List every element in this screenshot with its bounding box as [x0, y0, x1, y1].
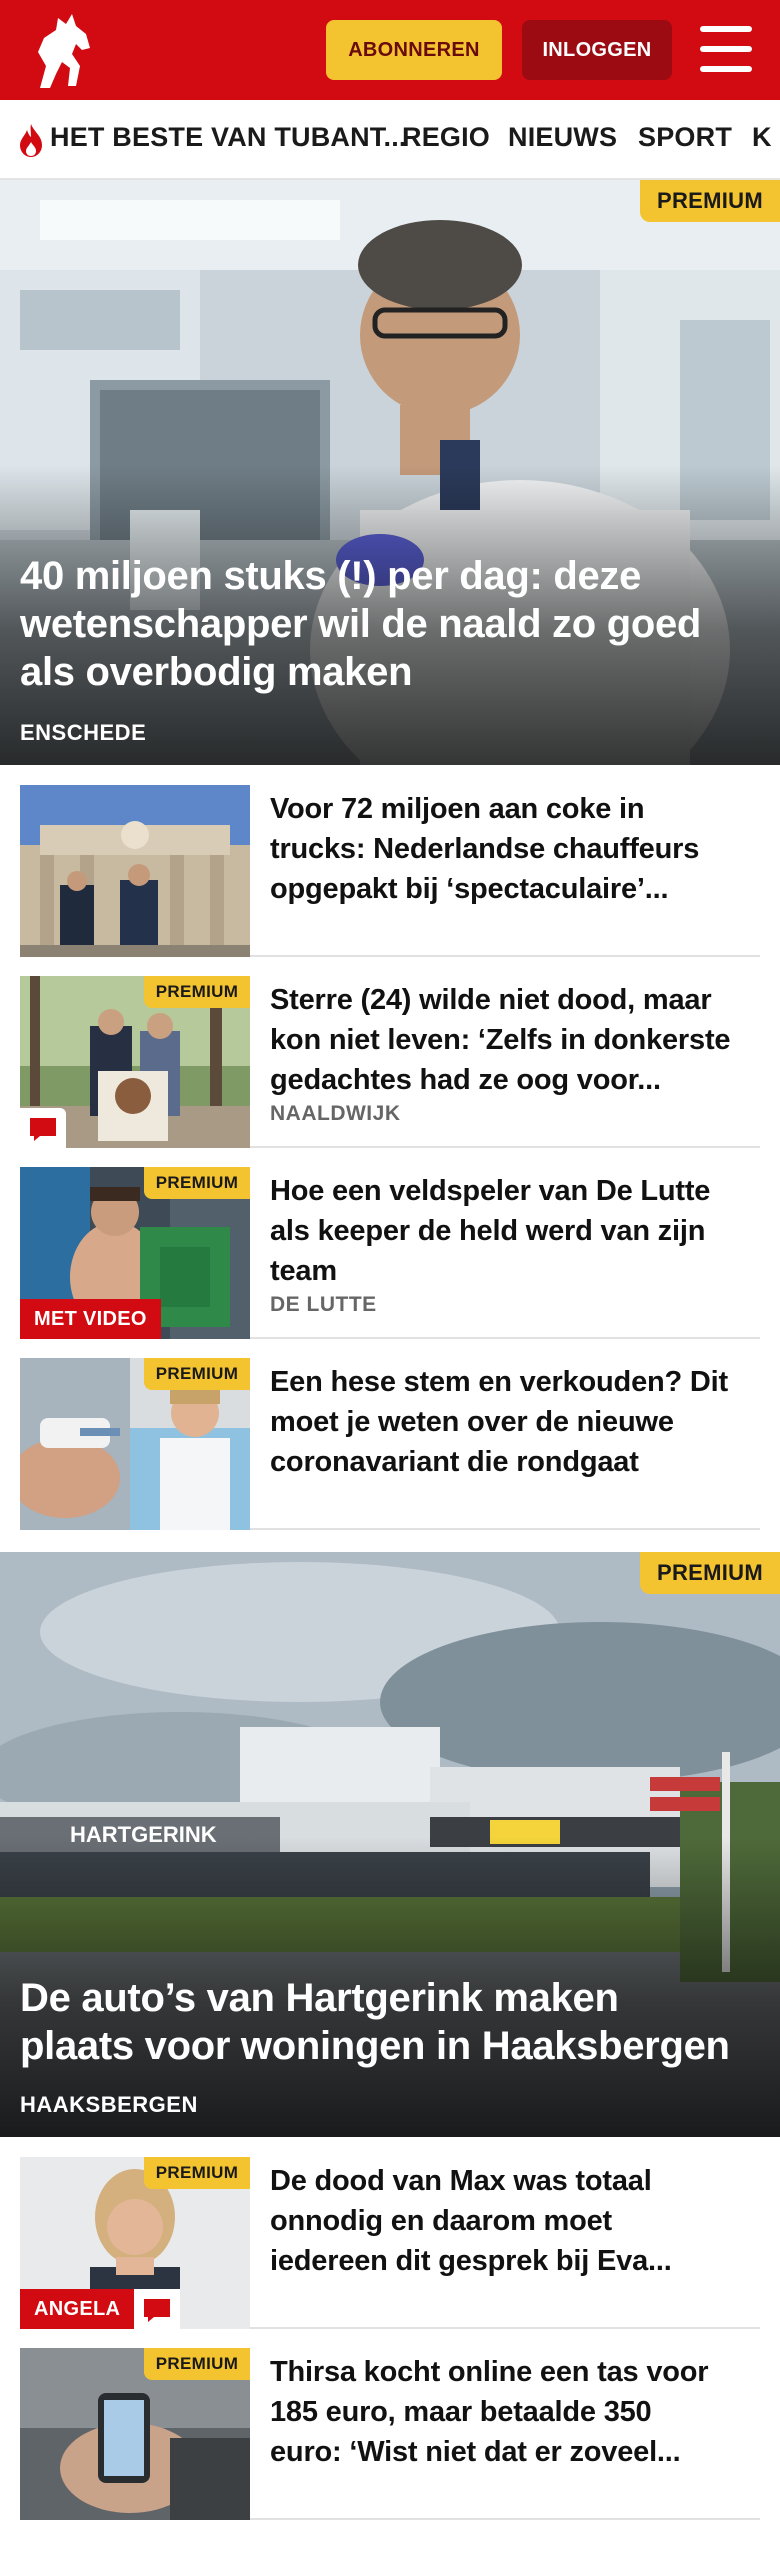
columnist-label: ANGELA	[20, 2289, 135, 2329]
nav-item-cut-off[interactable]: K	[752, 122, 772, 153]
premium-badge: PREMIUM	[144, 976, 250, 1008]
article-title-line: Een hese stem en verkouden? Dit	[270, 1366, 728, 1398]
premium-badge: PREMIUM	[144, 1167, 250, 1199]
article-title-line: kon niet leven: ‘Zelfs in donkerste	[270, 1024, 731, 1056]
hero-title-line: De auto’s van Hartgerink maken	[20, 1976, 619, 2020]
article-title-line: Voor 72 miljoen aan coke in	[270, 793, 645, 825]
nav-item-nieuws[interactable]: NIEUWS	[508, 122, 617, 153]
columnist-badge: ANGELA	[20, 2289, 181, 2329]
article-title: Voor 72 miljoen aan coke in trucks: Nede…	[270, 789, 760, 909]
subscribe-button[interactable]: ABONNEREN	[326, 20, 502, 80]
article-thumbnail: PREMIUM	[20, 2348, 250, 2520]
premium-badge: PREMIUM	[144, 2348, 250, 2380]
article-thumbnail: PREMIUM	[20, 1358, 250, 1530]
flame-icon	[20, 124, 42, 157]
nav-item-best-of-tubantia[interactable]: HET BESTE VAN TUBANT...	[50, 122, 407, 153]
article-title-line: onnodig en daarom moet	[270, 2205, 612, 2237]
article-title: Een hese stem en verkouden? Dit moet je …	[270, 1362, 760, 1482]
article-title: Thirsa kocht online een tas voor 185 eur…	[270, 2352, 760, 2472]
hero-article-scientist[interactable]: PREMIUM 40 miljoen stuks (!) per dag: de…	[0, 180, 780, 765]
article-title-line: 185 euro, maar betaalde 350	[270, 2396, 652, 2428]
section-navigation: HET BESTE VAN TUBANT... REGIO NIEUWS SPO…	[0, 100, 780, 180]
nav-item-regio[interactable]: REGIO	[402, 122, 490, 153]
article-title-line: trucks: Nederlandse chauffeurs	[270, 833, 700, 865]
comment-icon	[20, 1108, 66, 1148]
hero-title-line: wetenschapper wil de naald zo goed	[20, 602, 702, 646]
comment-icon	[134, 2289, 181, 2329]
article-title-line: gedachtes had ze oog voor...	[270, 1064, 661, 1096]
tubantia-horse-logo[interactable]	[22, 8, 106, 92]
list-item[interactable]: PREMIUM Een hese stem en verkouden? Dit …	[20, 1358, 760, 1530]
hero-article-hartgerink[interactable]: HARTGERINK PREMIUM De auto’s van Hartger…	[0, 1552, 780, 2137]
hero-title-line: als overbodig maken	[20, 650, 413, 694]
article-title-line: euro: ‘Wist niet dat er zoveel...	[270, 2436, 681, 2468]
list-item[interactable]: PREMIUM Thirsa kocht online een tas voor…	[20, 2348, 760, 2520]
video-badge: MET VIDEO	[20, 1299, 161, 1339]
premium-badge: PREMIUM	[144, 1358, 250, 1390]
article-title: Sterre (24) wilde niet dood, maar kon ni…	[270, 980, 760, 1100]
article-location: DE LUTTE	[270, 1293, 377, 1316]
list-item[interactable]: PREMIUM MET VIDEO Hoe een veldspeler van…	[20, 1167, 760, 1339]
article-title-line: coronavariant die rondgaat	[270, 1446, 639, 1478]
list-item[interactable]: PREMIUM Sterre (24) wilde niet dood, maa…	[20, 976, 760, 1148]
list-item[interactable]: Voor 72 miljoen aan coke in trucks: Nede…	[20, 785, 760, 957]
list-item[interactable]: PREMIUM ANGELA De dood van Max was totaa…	[20, 2157, 760, 2329]
premium-badge: PREMIUM	[640, 1552, 780, 1594]
article-title: De dood van Max was totaal onnodig en da…	[270, 2161, 760, 2281]
article-title-line: opgepakt bij ‘spectaculaire’...	[270, 873, 669, 905]
article-title-line: moet je weten over de nieuwe	[270, 1406, 674, 1438]
article-title-line: Hoe een veldspeler van De Lutte	[270, 1175, 711, 1207]
menu-icon[interactable]	[700, 26, 752, 72]
article-title-line: Thirsa kocht online een tas voor	[270, 2356, 709, 2388]
article-thumbnail: PREMIUM	[20, 976, 250, 1148]
article-title-line: De dood van Max was totaal	[270, 2165, 652, 2197]
nav-item-sport[interactable]: SPORT	[638, 122, 732, 153]
premium-badge: PREMIUM	[144, 2157, 250, 2189]
hero-title: De auto’s van Hartgerink maken plaats vo…	[20, 1974, 740, 2070]
article-title: Hoe een veldspeler van De Lutte als keep…	[270, 1171, 760, 1291]
premium-badge: PREMIUM	[640, 180, 780, 222]
article-thumbnail	[20, 785, 250, 957]
top-header: ABONNEREN INLOGGEN	[0, 0, 780, 100]
hero-location: HAAKSBERGEN	[20, 2092, 198, 2117]
article-thumbnail: PREMIUM MET VIDEO	[20, 1167, 250, 1339]
hero-title-line: 40 miljoen stuks (!) per dag: deze	[20, 554, 642, 598]
login-button[interactable]: INLOGGEN	[522, 20, 672, 80]
article-title-line: iedereen dit gesprek bij Eva...	[270, 2245, 672, 2277]
article-title-line: als keeper de held werd van zijn	[270, 1215, 706, 1247]
hero-title: 40 miljoen stuks (!) per dag: deze weten…	[20, 552, 740, 696]
hero-title-line: plaats voor woningen in Haaksbergen	[20, 2024, 730, 2068]
article-location: NAALDWIJK	[270, 1102, 401, 1125]
article-title-line: Sterre (24) wilde niet dood, maar	[270, 984, 712, 1016]
article-title-line: team	[270, 1255, 337, 1287]
article-thumbnail: PREMIUM ANGELA	[20, 2157, 250, 2329]
hero-location: ENSCHEDE	[20, 720, 147, 745]
